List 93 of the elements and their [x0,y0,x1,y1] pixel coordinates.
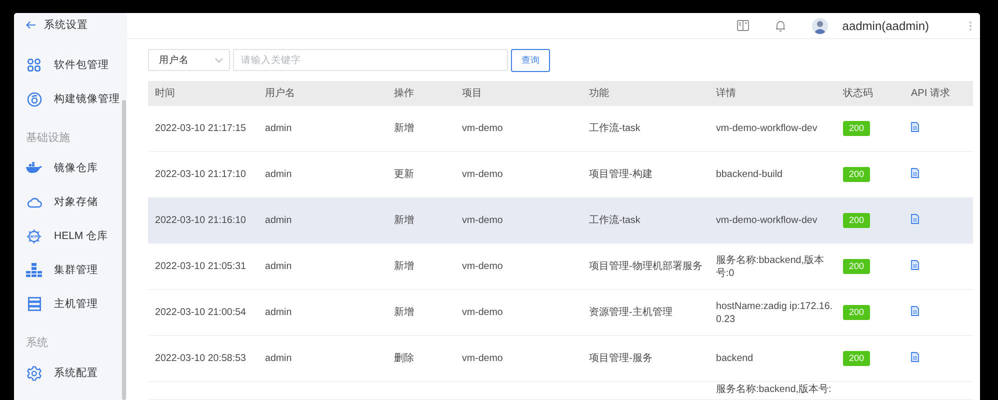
sidebar-item[interactable]: 集群管理 [54,263,98,277]
column-header: 项目 [461,87,483,100]
document-icon[interactable] [911,260,919,270]
column-header: 用户名 [264,87,296,100]
table-row[interactable]: 2022-03-10 20:58:53 admin 删除 vm-demo 项目管理-服务 backend 200 [148,336,973,382]
table-cell-text: vm-demo [461,168,504,181]
table-cell-text: admin [264,214,293,227]
chevron-down-icon[interactable] [215,58,223,62]
status-badge: 200 [843,259,870,274]
whale-icon [26,162,42,174]
helm-wheel-icon [26,228,42,244]
disc-icon [26,92,42,106]
server-icon [28,297,40,311]
table-cell-text: 资源管理-主机管理 [588,306,674,319]
column-header: 功能 [588,87,610,100]
document-icon[interactable] [911,214,919,224]
column-header: 操作 [393,87,415,100]
document-icon[interactable] [911,352,919,362]
column-header: 详情 [715,87,737,100]
table-cell-text: 2022-03-10 21:17:15 [154,122,247,135]
book-icon[interactable] [737,20,750,31]
table-cell-text: 服务名称:backend,版本号: [715,383,832,396]
table-cell-text: 工作流-task [588,122,642,135]
status-badge: 200 [843,305,870,320]
table-cell-text: 项目管理-构建 [588,168,654,181]
back-arrow-icon[interactable] [26,21,36,29]
table-cell-text: 新增 [393,260,415,273]
table-cell-text: admin [264,168,293,181]
table-cell-text: admin [264,352,293,365]
table-cell-text: 服务名称:bbackend,版本号:0 [715,254,825,280]
table-cell-text: 项目管理-服务 [588,352,654,365]
sidebar-item[interactable]: HELM 仓库 [54,229,108,243]
table-row[interactable]: 2022-03-10 21:00:54 admin 新增 vm-demo 资源管理-主机管理 hostName:zadig ip:172.16.0.23 200 [148,290,973,336]
table-cell-text: vm-demo [461,214,504,227]
table-cell-text: 2022-03-10 21:00:54 [154,306,247,319]
table-cell-text: vm-demo [461,122,504,135]
table-cell-text: bbackend-build [715,168,784,181]
search-button[interactable]: 查询 [511,48,550,72]
sidebar-item[interactable]: 主机管理 [54,297,98,311]
sidebar-item[interactable]: 软件包管理 [54,58,109,72]
bell-icon[interactable] [775,20,786,32]
more-icon[interactable] [969,20,972,30]
table-cell-text: vm-demo [461,352,504,365]
table-row[interactable]: 2022-03-10 21:17:15 admin 新增 vm-demo 工作流-task vm-demo-workflow-dev 200 [148,106,973,152]
table-cell-text: vm-demo-workflow-dev [715,122,818,135]
column-header: API 请求 [910,87,951,100]
table-cell-text: 2022-03-10 21:05:31 [154,260,247,273]
sidebar-item[interactable]: 镜像仓库 [54,161,98,175]
table-cell-text: 项目管理-物理机部署服务 [588,260,704,273]
avatar-icon[interactable] [812,18,828,34]
column-header: 状态码 [842,87,874,100]
hierarchy-icon [26,263,42,277]
sidebar-item[interactable]: 对象存储 [54,195,98,209]
table-cell-text: admin [264,306,293,319]
table-cell-text: hostName:zadig ip:172.16.0.23 [715,300,834,326]
table-cell-text: 更新 [393,168,415,181]
table-cell-text: admin [264,122,293,135]
scrollbar-thumb[interactable] [122,100,126,400]
sidebar-item[interactable]: 系统配置 [54,366,98,380]
table-cell-text: 新增 [393,122,415,135]
table-cell-text: 2022-03-10 21:16:10 [154,214,247,227]
table-cell-text: 新增 [393,306,415,319]
status-badge: 200 [843,167,870,182]
section-title: 系统 [26,336,49,350]
document-icon[interactable] [911,168,919,178]
table-row[interactable]: 2022-03-10 21:16:10 admin 新增 vm-demo 工作流-task vm-demo-workflow-dev 200 [148,198,973,244]
user-name[interactable]: aadmin(aadmin) [842,18,929,32]
status-badge: 200 [843,213,870,228]
search-field[interactable]: 请输入关键字 [233,49,508,71]
gear-icon [26,366,42,380]
back-label[interactable]: 系统设置 [44,18,88,32]
table-cell-text: 新增 [393,214,415,227]
table-cell-text: vm-demo [461,306,504,319]
status-badge: 200 [843,351,870,366]
section-title: 基础设施 [26,131,71,145]
table-cell-text: 删除 [393,352,415,365]
sidebar-item[interactable]: 构建镜像管理 [54,92,120,106]
document-icon[interactable] [911,306,919,316]
table-cell-text: 工作流-task [588,214,642,227]
table-cell-text: 2022-03-10 20:58:53 [154,352,247,365]
table-cell-text: vm-demo-workflow-dev [715,214,818,227]
column-header: 时间 [154,87,176,100]
field-select[interactable]: 用户名 [148,49,230,71]
status-badge: 200 [843,121,870,136]
table-cell-text: vm-demo [461,260,504,273]
table-cell-text: 2022-03-10 21:17:10 [154,168,247,181]
grid-icon [27,58,41,72]
cloud-icon [26,196,42,208]
table-cell-text: admin [264,260,293,273]
table-row[interactable]: 2022-03-10 21:05:31 admin 新增 vm-demo 项目管理-物理机部署服务 服务名称:bbackend,版本号:0 200 [148,244,973,290]
document-icon[interactable] [911,122,919,132]
table-cell-text: backend [715,352,754,365]
table-row[interactable]: 服务名称:backend,版本号: [148,382,973,400]
